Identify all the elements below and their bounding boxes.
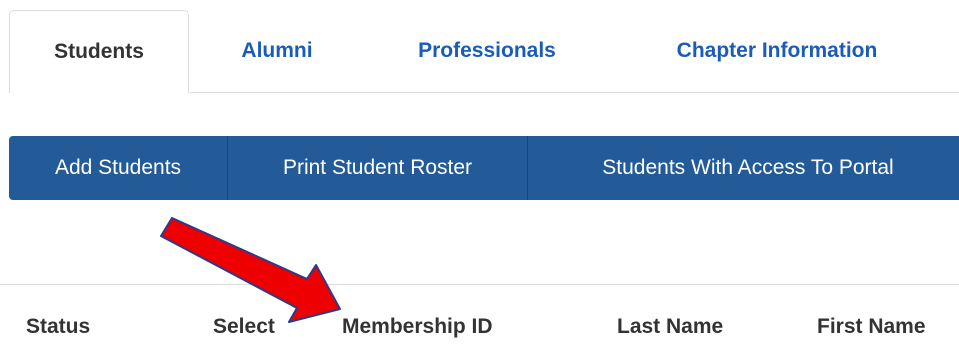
column-header-select[interactable]: Select [213, 315, 275, 339]
column-header-last-name[interactable]: Last Name [617, 315, 723, 339]
tab-bar: Students Alumni Professionals Chapter In… [0, 0, 959, 93]
column-header-first-name[interactable]: First Name [817, 315, 926, 339]
table-header-row: Status Select Membership ID Last Name Fi… [0, 284, 959, 354]
tab-chapter-information[interactable]: Chapter Information [628, 10, 926, 92]
tab-students[interactable]: Students [9, 10, 189, 93]
tab-divider [190, 92, 959, 93]
add-students-button[interactable]: Add Students [9, 136, 228, 200]
column-header-status[interactable]: Status [26, 315, 90, 339]
print-student-roster-button[interactable]: Print Student Roster [228, 136, 528, 200]
column-header-membership-id[interactable]: Membership ID [342, 315, 493, 339]
tab-professionals[interactable]: Professionals [378, 10, 596, 92]
page: Students Alumni Professionals Chapter In… [0, 0, 959, 354]
students-with-access-to-portal-button[interactable]: Students With Access To Portal [528, 136, 959, 200]
student-actions-toolbar: Add Students Print Student Roster Studen… [9, 136, 959, 200]
tab-alumni[interactable]: Alumni [215, 10, 339, 92]
